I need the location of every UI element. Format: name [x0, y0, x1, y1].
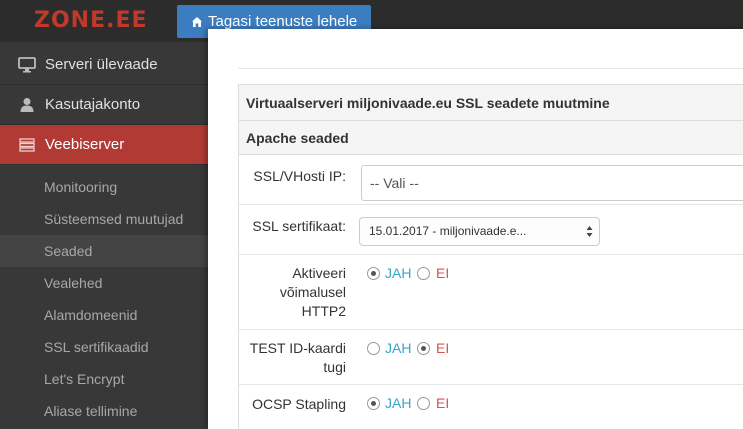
monitor-icon	[18, 56, 36, 72]
subnav-error-pages[interactable]: Vealehed	[0, 267, 208, 299]
subnav-ssl-certificates[interactable]: SSL sertifikaadid	[0, 331, 208, 363]
ocsp-yes-radio[interactable]	[367, 397, 380, 410]
ocsp-yes-label[interactable]: JAH	[385, 395, 411, 411]
ocsp-no-radio[interactable]	[417, 397, 430, 410]
panel-title: Virtuaalserveri miljonivaade.eu SSL sead…	[239, 85, 743, 121]
sidebar-item-label: Veebiserver	[45, 136, 125, 153]
http2-yes-radio[interactable]	[367, 267, 380, 280]
select-arrows-icon	[586, 226, 593, 237]
ocsp-row: OCSP Stapling JAH EI	[239, 385, 743, 429]
logo[interactable]: ZONE.EE	[34, 8, 148, 33]
ssl-settings-box: Virtuaalserveri miljonivaade.eu SSL sead…	[238, 84, 743, 429]
test-id-yes-label[interactable]: JAH	[385, 340, 411, 356]
http2-label: Aktiveeri võimalusel HTTP2	[279, 265, 346, 319]
test-id-no-label[interactable]: EI	[436, 340, 449, 356]
ssl-ip-label: SSL/VHosti IP:	[253, 168, 346, 184]
test-id-yes-radio[interactable]	[367, 342, 380, 355]
test-id-no-radio[interactable]	[417, 342, 430, 355]
settings-panel: Virtuaalserveri miljonivaade.eu SSL sead…	[208, 29, 743, 429]
home-icon	[192, 16, 202, 27]
ssl-ip-row: SSL/VHosti IP: -- Vali --	[239, 155, 743, 205]
server-icon	[19, 137, 35, 152]
subnav-subdomains[interactable]: Alamdomeenid	[0, 299, 208, 331]
ocsp-no-label[interactable]: EI	[436, 395, 449, 411]
test-id-label: TEST ID-kaardi tugi	[249, 340, 346, 375]
subnav-lets-encrypt[interactable]: Let's Encrypt	[0, 363, 208, 395]
subnav-alias-order[interactable]: Aliase tellimine	[0, 395, 208, 427]
http2-no-radio[interactable]	[417, 267, 430, 280]
user-icon	[20, 97, 34, 112]
section-title: Apache seaded	[239, 121, 743, 155]
ssl-cert-label: SSL sertifikaat:	[252, 218, 346, 234]
sidebar-item-server-overview[interactable]: Serveri ülevaade	[0, 45, 208, 85]
sidebar-item-webserver[interactable]: Veebiserver	[0, 125, 208, 165]
sidebar-item-label: Kasutajakonto	[45, 96, 141, 113]
http2-no-label[interactable]: EI	[436, 265, 449, 281]
ssl-cert-value: 15.01.2017 - miljonivaade.e...	[369, 224, 527, 238]
ssl-ip-select[interactable]: -- Vali --	[361, 165, 743, 201]
ssl-cert-row: SSL sertifikaat: 15.01.2017 - miljonivaa…	[239, 205, 743, 255]
ssl-cert-select[interactable]: 15.01.2017 - miljonivaade.e...	[359, 217, 600, 246]
sidebar-item-label: Serveri ülevaade	[45, 56, 158, 73]
divider	[238, 68, 743, 69]
test-id-row: TEST ID-kaardi tugi JAH EI	[239, 330, 743, 385]
subnav-settings[interactable]: Seaded	[0, 235, 208, 267]
subnav-system-variables[interactable]: Süsteemsed muutujad	[0, 203, 208, 235]
http2-row: Aktiveeri võimalusel HTTP2 JAH EI	[239, 255, 743, 330]
sidebar: Serveri ülevaade Kasutajakonto Veebiserv…	[0, 42, 208, 429]
subnav-monitoring[interactable]: Monitooring	[0, 171, 208, 203]
http2-yes-label[interactable]: JAH	[385, 265, 411, 281]
ocsp-label: OCSP Stapling	[252, 396, 346, 412]
sidebar-item-user-account[interactable]: Kasutajakonto	[0, 85, 208, 125]
